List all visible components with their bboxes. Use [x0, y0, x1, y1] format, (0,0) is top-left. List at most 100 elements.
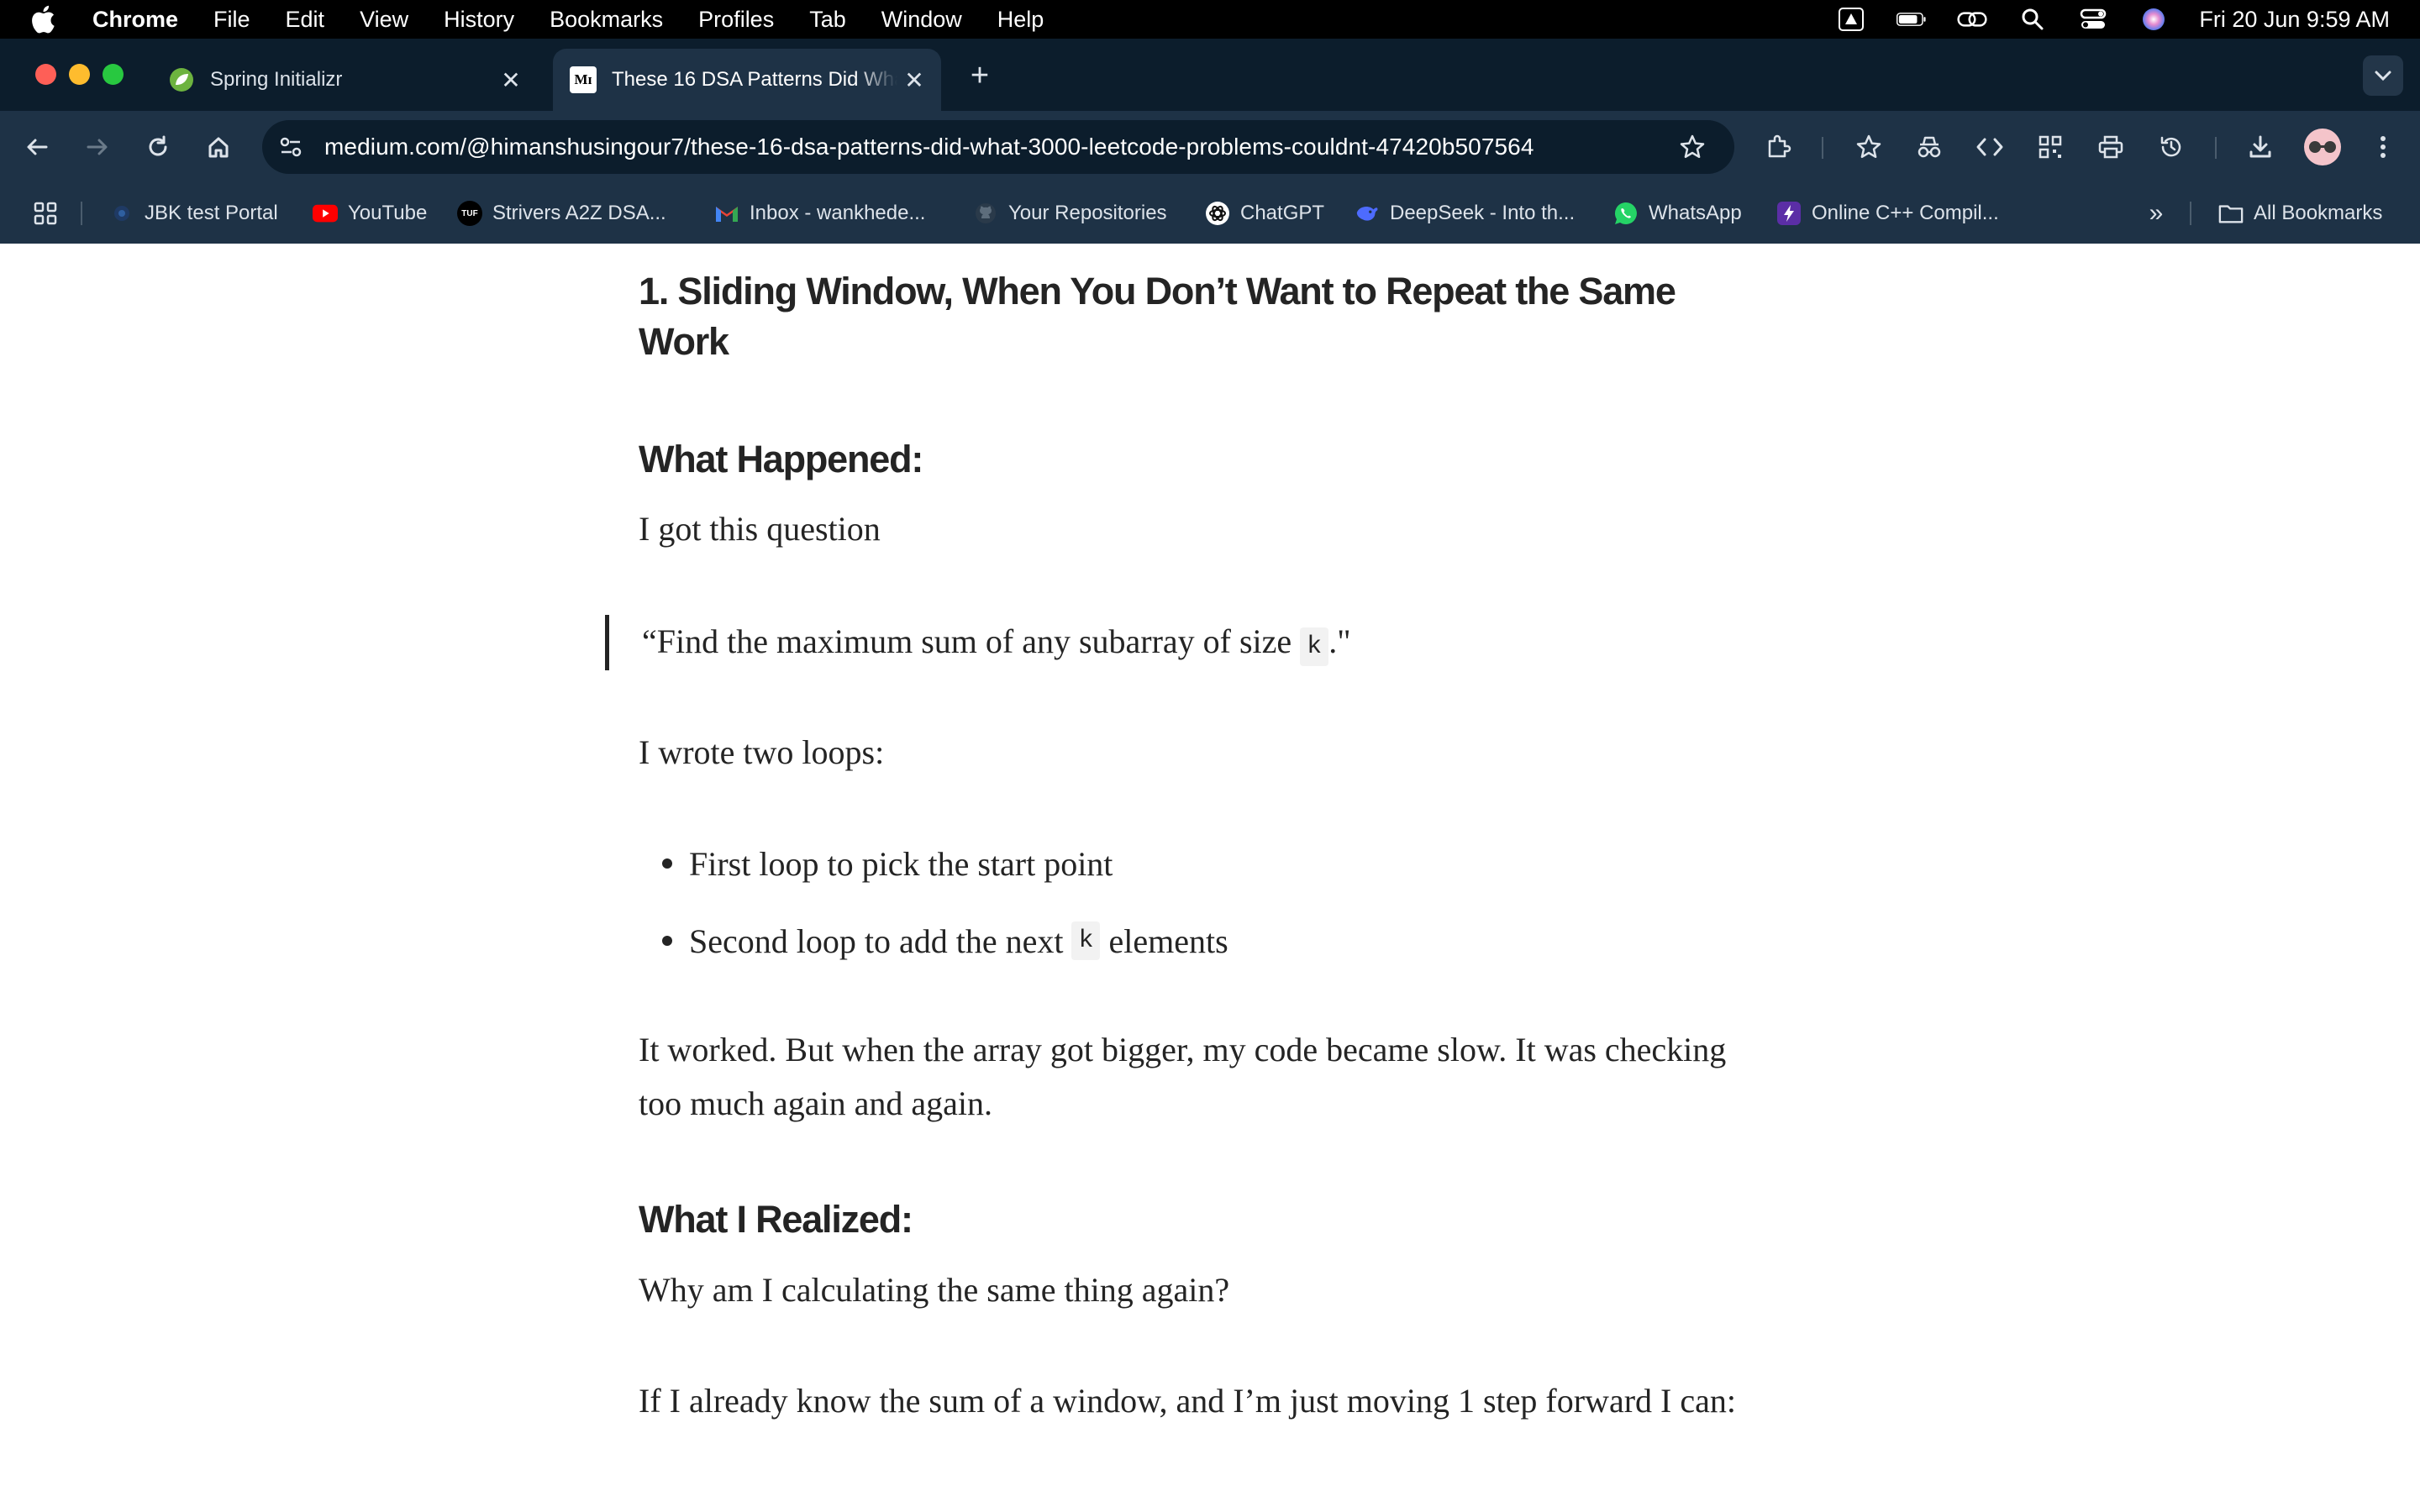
downloads-button[interactable] — [2240, 127, 2281, 167]
bullet-dot — [662, 936, 672, 946]
download-icon — [2249, 135, 2271, 158]
address-bar[interactable]: medium.com/@himanshusingour7/these-16-ds… — [262, 120, 1734, 174]
incognito-button[interactable] — [1909, 127, 1949, 167]
reload-button[interactable] — [138, 127, 178, 167]
control-center-icon[interactable] — [2078, 7, 2108, 32]
macos-menubar: Chrome File Edit View History Bookmarks … — [0, 0, 2420, 39]
reload-icon — [149, 135, 167, 156]
menu-window[interactable]: Window — [881, 7, 962, 33]
bookmark-star-icon[interactable] — [1674, 129, 1711, 165]
bookmark-online-cpp-compiler[interactable]: Online C++ Compil... — [1776, 183, 1999, 244]
apps-grid-icon[interactable] — [29, 197, 62, 230]
bookmark-youtube[interactable]: YouTube — [313, 183, 427, 244]
jbk-icon — [109, 201, 134, 226]
paragraph: It worked. But when the array got bigger… — [639, 1031, 1727, 1122]
devtools-button[interactable] — [1970, 127, 2010, 167]
arrow-left-icon — [27, 139, 48, 155]
extensions-button[interactable] — [1758, 127, 1798, 167]
spring-leaf-icon — [168, 66, 195, 93]
close-icon[interactable]: ✕ — [494, 63, 528, 97]
url-text[interactable]: medium.com/@himanshusingour7/these-16-ds… — [324, 134, 1534, 160]
window-zoom-button[interactable] — [103, 64, 124, 85]
github-icon — [973, 201, 998, 226]
back-button[interactable] — [17, 127, 57, 167]
drive-icon[interactable] — [1836, 7, 1866, 32]
deepseek-icon — [1355, 201, 1380, 226]
menu-view[interactable]: View — [360, 7, 408, 33]
bookmarks-bar: JBK test Portal YouTube TUF Strivers A2Z… — [0, 183, 2420, 244]
menubar-clock[interactable]: Fri 20 Jun 9:59 AM — [2199, 7, 2390, 33]
forward-button[interactable] — [77, 127, 118, 167]
bookmark-label: YouTube — [348, 202, 428, 224]
menu-history[interactable]: History — [444, 7, 514, 33]
gmail-icon — [714, 201, 739, 226]
bookmark-strivers-a2z[interactable]: TUF Strivers A2Z DSA... — [457, 183, 666, 244]
qr-code-icon — [2039, 135, 2062, 159]
tab-spring-initializr[interactable]: Spring Initializr ✕ — [151, 49, 538, 111]
tuf-icon: TUF — [457, 201, 482, 226]
bookmark-manager-button[interactable] — [1849, 127, 1889, 167]
bookmark-chatgpt[interactable]: ChatGPT — [1205, 183, 1324, 244]
link-sharing-icon[interactable] — [1957, 7, 1987, 32]
inline-code: k — [1071, 921, 1101, 960]
menu-help[interactable]: Help — [997, 7, 1044, 33]
subheading-what-happened: What Happened: — [639, 438, 923, 480]
browser-toolbar: medium.com/@himanshusingour7/these-16-ds… — [0, 111, 2420, 183]
apple-logo-icon[interactable] — [30, 5, 64, 34]
more-bookmarks-chevron-icon[interactable]: » — [2139, 197, 2173, 230]
qr-code-button[interactable] — [2030, 127, 2070, 167]
sunglasses-icon — [2309, 141, 2336, 153]
list-item-text: Second loop to add the next — [689, 921, 1072, 960]
siri-icon[interactable] — [2139, 7, 2169, 32]
spotlight-search-icon[interactable] — [2018, 7, 2048, 32]
arrow-right-icon — [87, 139, 108, 155]
page-viewport: 1. Sliding Window, When You Don’t Want t… — [0, 244, 2420, 1512]
menu-bookmarks[interactable]: Bookmarks — [550, 7, 663, 33]
tab-search-button[interactable] — [2363, 55, 2403, 96]
all-bookmarks-label: All Bookmarks — [2254, 202, 2383, 224]
window-minimize-button[interactable] — [69, 64, 90, 85]
blockquote-bar — [605, 615, 609, 670]
section-heading: 1. Sliding Window, When You Don’t Want t… — [639, 270, 1676, 363]
code-icon — [1976, 138, 2003, 156]
print-button[interactable] — [2091, 127, 2131, 167]
history-button[interactable] — [2151, 127, 2191, 167]
menu-profiles[interactable]: Profiles — [698, 7, 774, 33]
all-bookmarks-button[interactable]: All Bookmarks — [2218, 183, 2382, 244]
window-close-button[interactable] — [35, 64, 56, 85]
menu-tab[interactable]: Tab — [809, 7, 846, 33]
history-icon — [2160, 136, 2181, 157]
medium-logo-text: Mɪ — [574, 71, 592, 87]
bookmark-whatsapp[interactable]: WhatsApp — [1613, 183, 1742, 244]
subheading-what-i-realized: What I Realized: — [639, 1198, 913, 1241]
bookmark-your-repositories[interactable]: Your Repositories — [973, 183, 1167, 244]
tab-title: These 16 DSA Patterns Did What 3000 Leet… — [612, 68, 897, 91]
chatgpt-icon — [1205, 201, 1230, 226]
bookmark-gmail-inbox[interactable]: Inbox - wankhede... — [714, 183, 925, 244]
bolt-icon — [1776, 201, 1802, 226]
menu-file[interactable]: File — [213, 7, 250, 33]
battery-icon[interactable] — [1897, 7, 1927, 32]
menu-app-chrome[interactable]: Chrome — [92, 7, 178, 33]
list-item-text: elements — [1100, 921, 1228, 960]
home-icon — [208, 137, 229, 158]
bookmark-label: Inbox - wankhede... — [750, 202, 926, 224]
menu-edit[interactable]: Edit — [286, 7, 325, 33]
bullet-dot — [662, 858, 672, 869]
status-area: Fri 20 Jun 9:59 AM — [1836, 0, 2390, 39]
youtube-icon — [313, 201, 338, 226]
home-button[interactable] — [198, 127, 239, 167]
toolbar-divider — [2215, 137, 2217, 159]
bookmark-jbk-test-portal[interactable]: JBK test Portal — [109, 183, 278, 244]
whatsapp-icon — [1613, 201, 1639, 226]
tab-strip: Spring Initializr ✕ Mɪ These 16 DSA Patt… — [0, 39, 2420, 111]
close-icon[interactable]: ✕ — [897, 63, 931, 97]
profile-avatar[interactable] — [2304, 129, 2341, 165]
bookmark-deepseek[interactable]: DeepSeek - Into th... — [1355, 183, 1575, 244]
new-tab-button[interactable]: + — [963, 58, 997, 93]
tab-medium-article[interactable]: Mɪ These 16 DSA Patterns Did What 3000 L… — [553, 49, 941, 111]
chrome-menu-button[interactable] — [2363, 127, 2403, 167]
bookmark-label: Online C++ Compil... — [1812, 202, 1999, 224]
site-settings-icon[interactable] — [272, 129, 309, 165]
bookmark-label: Strivers A2Z DSA... — [492, 202, 666, 224]
